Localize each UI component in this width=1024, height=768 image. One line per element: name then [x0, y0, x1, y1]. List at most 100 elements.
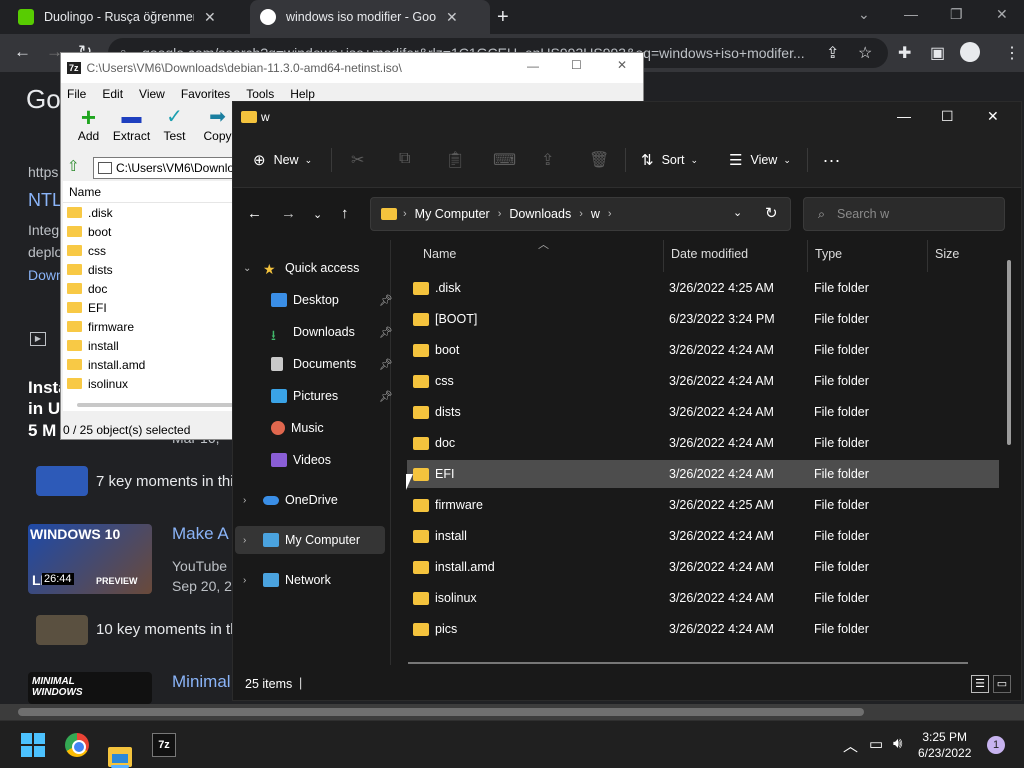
file-row[interactable]: doc 3/26/2022 4:24 AM File folder [407, 429, 999, 457]
page-horizontal-scrollbar[interactable] [0, 704, 1024, 720]
file-row[interactable]: firmware 3/26/2022 4:25 AM File folder [407, 491, 999, 519]
extensions-puzzle-icon[interactable]: ✚ [898, 43, 911, 63]
address-bar[interactable]: › My Computer › Downloads › w › ⌄ [370, 197, 791, 231]
file-row[interactable]: boot 3/26/2022 4:24 AM File folder [407, 336, 999, 364]
forward-icon[interactable]: → [281, 205, 296, 222]
list-item[interactable]: firmware [63, 317, 233, 336]
minimize-icon[interactable]: — [527, 59, 539, 73]
close-icon[interactable]: ✕ [617, 58, 627, 72]
maximize-icon[interactable]: ☐ [571, 58, 582, 72]
tab-search-chevron-icon[interactable]: ⌄ [858, 6, 870, 23]
paste-icon[interactable]: 📋︎ [445, 150, 465, 170]
share-icon[interactable]: ⇪ [826, 43, 839, 63]
file-row[interactable]: css 3/26/2022 4:24 AM File folder [407, 367, 999, 395]
list-item[interactable]: doc [63, 279, 233, 298]
delete-icon[interactable]: 🗑︎ [589, 150, 609, 170]
result-link[interactable]: Down [28, 267, 64, 283]
breadcrumb-w[interactable]: w [591, 207, 600, 221]
list-item[interactable]: isolinux [63, 374, 233, 393]
start-windows-icon[interactable] [21, 733, 45, 757]
key-moments-link[interactable]: 7 key moments in this [96, 473, 241, 490]
add-button[interactable]: + Add [67, 104, 110, 151]
nav-documents[interactable]: Documents 📌︎ [271, 350, 393, 378]
list-item[interactable]: boot [63, 222, 233, 241]
file-row[interactable]: dists 3/26/2022 4:24 AM File folder [407, 398, 999, 426]
profile-avatar[interactable] [960, 42, 980, 62]
list-item[interactable]: install.amd [63, 355, 233, 374]
column-header-size[interactable]: Size [935, 247, 959, 261]
more-options-button[interactable]: ... [823, 146, 841, 167]
chrome-taskbar-icon[interactable] [65, 733, 89, 757]
file-explorer-taskbar-icon[interactable] [108, 747, 132, 767]
video-thumbnail[interactable]: MINIMAL WINDOWS [28, 672, 152, 704]
list-item[interactable]: install [63, 336, 233, 355]
view-button[interactable]: ☰ View ⌄ [729, 151, 791, 169]
test-button[interactable]: ✓ Test [153, 105, 196, 151]
file-row[interactable]: EFI 3/26/2022 4:24 AM File folder [407, 460, 999, 488]
sevenzip-hscroll[interactable] [77, 403, 233, 407]
nav-videos[interactable]: Videos [271, 446, 391, 474]
column-header-name[interactable]: Name [63, 181, 233, 203]
file-row[interactable]: install.amd 3/26/2022 4:24 AM File folder [407, 553, 999, 581]
file-row[interactable]: [BOOT] 6/23/2022 3:24 PM File folder [407, 305, 999, 333]
details-view-icon[interactable]: ☰ [971, 675, 989, 693]
minimize-icon[interactable]: — [897, 108, 911, 124]
key-moments-thumbnail[interactable] [36, 466, 88, 496]
address-dropdown-icon[interactable]: ⌄ [733, 206, 742, 219]
back-icon[interactable]: ← [247, 205, 262, 222]
close-window-icon[interactable]: ✕ [996, 6, 1008, 23]
file-row[interactable]: isolinux 3/26/2022 4:24 AM File folder [407, 584, 999, 612]
bookmark-star-icon[interactable]: ☆ [858, 43, 872, 63]
folder-up-icon[interactable]: ⇧ [67, 157, 80, 175]
share-icon[interactable]: ⇪ [541, 150, 554, 170]
key-moments-link[interactable]: 10 key moments in thi [96, 621, 242, 638]
scroll-thumb[interactable] [18, 708, 864, 716]
recent-locations-icon[interactable]: ⌄ [313, 208, 322, 221]
explorer-titlebar[interactable]: w — ☐ ✕ [233, 102, 1021, 132]
file-row[interactable]: install 3/26/2022 4:24 AM File folder [407, 522, 999, 550]
sevenzip-titlebar[interactable]: 7z C:\Users\VM6\Downloads\debian-11.3.0-… [61, 53, 643, 83]
sevenzip-taskbar-icon[interactable]: 7z [152, 733, 176, 757]
volume-icon[interactable]: 🔊︎ [893, 735, 902, 752]
notification-badge[interactable]: 1 [987, 736, 1005, 754]
column-header-date[interactable]: Date modified [671, 247, 748, 261]
breadcrumb-my-computer[interactable]: My Computer [415, 207, 490, 221]
result-title-link[interactable]: NTL [28, 190, 62, 211]
key-moments-thumbnail[interactable] [36, 615, 88, 645]
menu-favorites[interactable]: Favorites [181, 83, 230, 105]
close-tab-icon[interactable]: ✕ [204, 9, 216, 26]
large-icons-view-icon[interactable]: ▭ [993, 675, 1011, 693]
show-hidden-icons-icon[interactable]: ︿ [843, 735, 858, 756]
menu-edit[interactable]: Edit [102, 83, 123, 105]
file-row[interactable]: pics 3/26/2022 4:24 AM File folder [407, 615, 999, 643]
nav-network[interactable]: › Network [243, 566, 383, 594]
minimize-icon[interactable]: — [904, 6, 918, 22]
column-header-type[interactable]: Type [815, 247, 842, 261]
maximize-icon[interactable]: ☐ [941, 108, 954, 125]
clock[interactable]: 3:25 PM 6/23/2022 [918, 729, 971, 761]
file-row[interactable]: .disk 3/26/2022 4:25 AM File folder [407, 274, 999, 302]
nav-pictures[interactable]: Pictures 📌︎ [271, 382, 393, 410]
nav-my-computer[interactable]: › My Computer [235, 526, 385, 554]
nav-quick-access[interactable]: ⌄ ★ Quick access [243, 254, 383, 282]
video-title-link[interactable]: Minimal [172, 672, 231, 692]
close-tab-icon[interactable]: ✕ [446, 9, 458, 26]
extract-button[interactable]: ▬ Extract [110, 105, 153, 151]
menu-view[interactable]: View [139, 83, 165, 105]
video-play-icon[interactable]: ▶ [30, 332, 46, 346]
new-tab-button[interactable]: + [497, 6, 509, 29]
back-icon[interactable]: ← [14, 42, 31, 62]
nav-desktop[interactable]: Desktop 📌︎ [271, 286, 393, 314]
sort-button[interactable]: ⇅ Sort ⌄ [641, 151, 698, 169]
restore-icon[interactable]: ❐ [950, 6, 963, 23]
side-panel-icon[interactable]: ▣ [930, 43, 945, 63]
nav-music[interactable]: Music [271, 414, 391, 442]
list-item[interactable]: EFI [63, 298, 233, 317]
tab-duolingo[interactable]: Duolingo - Rusça öğrenmenin dü ✕ [8, 0, 248, 34]
video-thumbnail[interactable]: WINDOWS 10 LITE 26:44 PREVIEW [28, 524, 152, 594]
cut-icon[interactable]: ✂ [351, 150, 364, 170]
search-box[interactable]: ⌕ Search w [803, 197, 1005, 231]
refresh-icon[interactable]: ↻ [765, 204, 778, 222]
list-item[interactable]: css [63, 241, 233, 260]
list-item[interactable]: .disk [63, 203, 233, 222]
